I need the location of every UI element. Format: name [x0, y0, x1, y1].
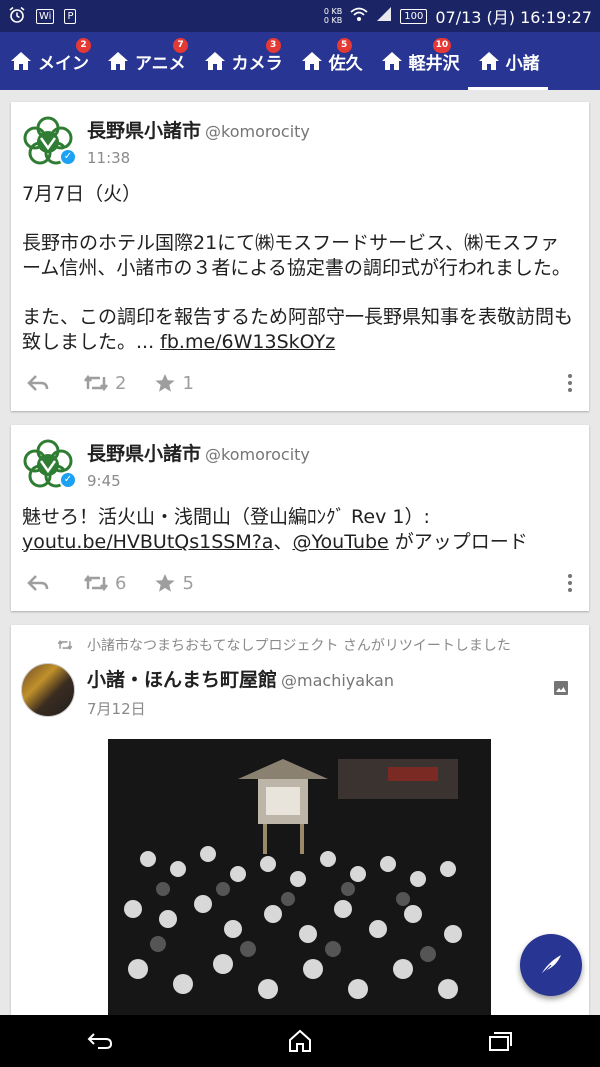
tab-label: 小諸: [505, 53, 540, 74]
tweet-link[interactable]: fb.me/6W13SkOYz: [160, 331, 335, 353]
retweet-count: 2: [115, 372, 127, 394]
avatar[interactable]: ✓: [21, 114, 77, 168]
user-name[interactable]: 小諸・ほんまち町屋館: [87, 669, 277, 691]
tab-anime[interactable]: アニメ 7: [97, 32, 194, 90]
cell-signal-icon: [376, 6, 392, 26]
tweet-paragraph: 長野市のホテル国際21にて㈱モスフードサービス、㈱モスファーム信州、小諸市の３者…: [22, 232, 571, 279]
user-handle[interactable]: @komorocity: [205, 122, 310, 141]
retweet-button[interactable]: 6: [83, 573, 126, 594]
tab-main[interactable]: メイン 2: [0, 32, 97, 90]
tab-karuizawa[interactable]: 軽井沢 10: [371, 32, 468, 90]
verified-icon: ✓: [59, 471, 77, 489]
tweet-card[interactable]: ✓ 長野県小諸市 @komorocity 9:45 魅せろ！活火山・浅間山（登山編…: [11, 425, 589, 611]
home-icon: [204, 52, 225, 70]
unread-badge: 2: [76, 38, 91, 53]
tweet-paragraph: 7月7日（火）: [22, 183, 142, 205]
tweet-paragraph: 魅せろ！活火山・浅間山（登山編ﾛﾝｸﾞ Rev 1）: youtu.be/HVB…: [22, 506, 528, 553]
retweet-count: 6: [115, 572, 127, 594]
home-icon: [478, 52, 499, 70]
quill-icon: [540, 955, 561, 976]
clock: 07/13 (月) 16:19:27: [435, 8, 592, 27]
tweet-time[interactable]: 11:38: [87, 149, 310, 167]
tweet-text: 魅せろ！活火山・浅間山（登山編ﾛﾝｸﾞ Rev 1）: youtu.be/HVB…: [11, 491, 589, 555]
tweet-time[interactable]: 9:45: [87, 472, 310, 490]
user-handle[interactable]: @komorocity: [205, 445, 310, 464]
unread-badge: 5: [336, 38, 352, 53]
battery-icon: 100: [400, 8, 428, 24]
unread-badge: 3: [265, 38, 281, 53]
tweet-card[interactable]: ✓ 長野県小諸市 @komorocity 11:38 7月7日（火） 長野市のホテ…: [11, 102, 589, 411]
more-options-icon[interactable]: [567, 374, 573, 392]
wifi-icon: Wi: [36, 8, 55, 24]
recent-apps-icon: [489, 1032, 512, 1051]
tweet-card[interactable]: 小諸市なつまちおもてなしプロジェクト さんがリツイートしました 小諸・ほんまち町…: [11, 625, 589, 1015]
favorite-button[interactable]: 1: [154, 372, 194, 394]
unread-badge: 10: [432, 38, 452, 53]
home-icon: [11, 52, 31, 70]
column-tab-bar: メイン 2 アニメ 7 カメラ 3 佐久 5 軽井沢 10 小諸: [0, 32, 600, 90]
reply-icon: [27, 575, 49, 591]
user-handle[interactable]: @machiyakan: [281, 671, 394, 690]
retweeted-by: 小諸市なつまちおもてなしプロジェクト さんがリツイートしました: [11, 625, 589, 655]
tweet-text: 7月7日（火） 長野市のホテル国際21にて㈱モスフードサービス、㈱モスファーム信…: [11, 168, 589, 355]
back-button[interactable]: [70, 1021, 130, 1061]
network-speed: 0 KB 0 KB: [323, 7, 343, 25]
unread-badge: 7: [173, 38, 188, 53]
avatar[interactable]: ✓: [21, 437, 77, 491]
favorite-count: 1: [182, 372, 194, 394]
status-bar: Wi P 0 KB 0 KB 100 07/13 (月) 16:19:27: [0, 0, 600, 32]
system-nav-bar: [0, 1015, 600, 1067]
retweet-icon: [57, 640, 73, 650]
tab-komoro[interactable]: 小諸: [467, 32, 548, 90]
parking-icon: P: [64, 8, 77, 24]
tweet-photo[interactable]: [108, 739, 491, 1015]
back-icon: [87, 1033, 113, 1049]
tab-camera[interactable]: カメラ 3: [194, 32, 291, 90]
recent-apps-button[interactable]: [470, 1021, 530, 1061]
reply-button[interactable]: [27, 574, 55, 592]
reply-icon: [27, 375, 49, 391]
favorite-count: 5: [182, 572, 194, 594]
more-options-icon[interactable]: [567, 574, 573, 592]
compose-tweet-button[interactable]: [520, 934, 582, 996]
tweet-time[interactable]: 7月12日: [87, 698, 394, 719]
star-icon: [155, 374, 176, 392]
star-icon: [155, 574, 176, 592]
favorite-button[interactable]: 5: [154, 572, 194, 594]
user-name[interactable]: 長野県小諸市: [87, 120, 201, 142]
home-button[interactable]: [270, 1021, 330, 1061]
home-nav-icon: [289, 1029, 311, 1052]
timeline[interactable]: ✓ 長野県小諸市 @komorocity 11:38 7月7日（火） 長野市のホテ…: [0, 90, 600, 1015]
mention-link[interactable]: @YouTube: [292, 531, 388, 553]
tweet-link[interactable]: youtu.be/HVBUtQs1SSM?a: [22, 531, 273, 553]
home-icon: [301, 52, 322, 70]
retweet-icon: [84, 374, 108, 392]
retweet-button[interactable]: 2: [83, 373, 126, 394]
user-name[interactable]: 長野県小諸市: [87, 443, 201, 465]
tab-label: 軽井沢: [408, 53, 460, 74]
home-icon: [108, 52, 128, 70]
reply-button[interactable]: [27, 374, 55, 392]
verified-icon: ✓: [59, 148, 77, 166]
home-icon: [381, 52, 402, 70]
alarm-icon: [8, 6, 26, 27]
festival-photo: [108, 739, 491, 1015]
retweet-icon: [84, 574, 108, 592]
tweet-paragraph: また、この調印を報告するため阿部守一長野県知事を表敬訪問も致しました。... f…: [22, 306, 574, 353]
wifi-signal-icon: [350, 6, 368, 26]
image-icon: [554, 681, 568, 695]
tab-saku[interactable]: 佐久 5: [291, 32, 371, 90]
avatar[interactable]: [21, 663, 75, 717]
